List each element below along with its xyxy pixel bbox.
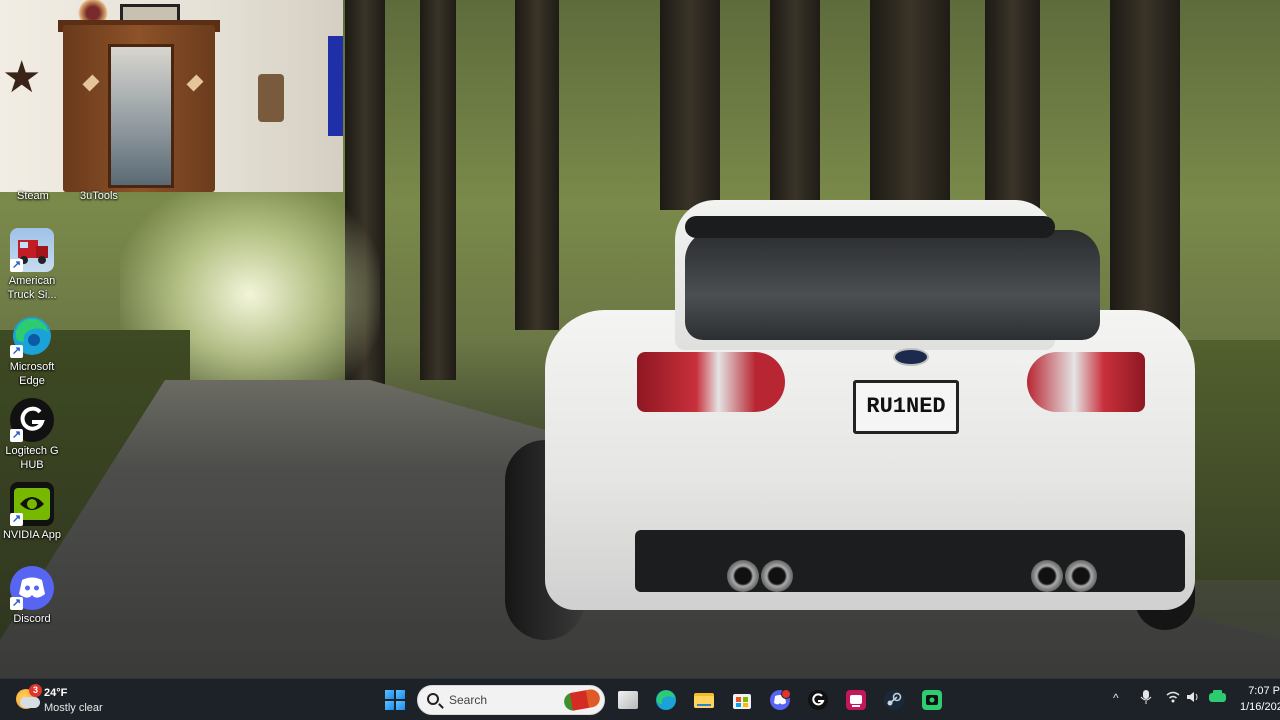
desktop-icon-steam-label[interactable]: Steam — [17, 190, 49, 202]
edge-icon: ↗ — [10, 314, 54, 358]
desktop-icon-label: Discord — [13, 613, 51, 625]
taskbar-nvidia-button[interactable] — [916, 684, 948, 716]
shortcut-arrow-icon: ↗ — [10, 345, 23, 358]
taskbar-search-box[interactable]: Search — [417, 685, 605, 715]
desktop-icon-logitech-g-hub[interactable]: ↗ Logitech G HUB — [0, 398, 64, 472]
notification-dot — [781, 689, 791, 699]
discord-icon — [769, 689, 791, 711]
desktop-icon-discord[interactable]: ↗ Discord — [0, 566, 64, 626]
wallpaper-car: RU1NED — [505, 200, 1195, 640]
wifi-icon[interactable] — [1166, 690, 1180, 707]
nvidia-icon: ↗ — [10, 482, 54, 526]
search-placeholder: Search — [449, 693, 488, 707]
microphone-icon[interactable] — [1140, 689, 1152, 708]
taskbar-store-button[interactable] — [726, 684, 758, 716]
desktop-icon-label: Microsoft Edge — [9, 361, 55, 387]
volume-icon[interactable] — [1186, 690, 1200, 707]
windows-logo-icon — [385, 690, 405, 710]
search-highlight-pepper-icon — [562, 688, 602, 712]
task-view-icon — [618, 691, 638, 709]
weather-notification-badge: 3 — [29, 684, 42, 697]
nvidia-icon — [922, 690, 942, 710]
taskbar-discord-button[interactable] — [764, 684, 796, 716]
desktop-icon-3utools-label[interactable]: 3uTools — [80, 190, 118, 202]
steam-icon — [884, 690, 904, 710]
desktop-icon-american-truck-simulator[interactable]: ↗ American Truck Si... — [0, 228, 64, 302]
file-explorer-icon — [694, 693, 714, 708]
logitech-g-icon: ↗ — [10, 398, 54, 442]
taskbar-file-explorer-button[interactable] — [688, 684, 720, 716]
start-button[interactable] — [379, 684, 411, 716]
desktop-icon-label: Logitech G HUB — [5, 445, 59, 471]
taskbar-logitech-g-button[interactable] — [802, 684, 834, 716]
task-view-button[interactable] — [612, 684, 644, 716]
taskbar-edge-button[interactable] — [650, 684, 682, 716]
truck-icon: ↗ — [10, 228, 54, 272]
taskbar-game-app-button[interactable] — [840, 684, 872, 716]
desktop-icon-label: NVIDIA App — [2, 529, 62, 541]
logitech-g-icon — [808, 690, 828, 710]
star-decoration-icon: ★ — [2, 53, 42, 102]
clock-time: 7:07 P — [1248, 685, 1280, 697]
taskbar: 3 24°F Mostly clear Search ^ 7:07 P 1/16… — [0, 678, 1280, 720]
webcam-overlay: ★ — [0, 0, 343, 192]
shortcut-arrow-icon: ↗ — [10, 259, 23, 272]
clock-date: 1/16/202 — [1240, 701, 1280, 713]
desktop-icon-nvidia-app[interactable]: ↗ NVIDIA App — [0, 482, 64, 542]
taskbar-clock[interactable]: 7:07 P 1/16/202 — [1240, 683, 1280, 715]
weather-temperature: 24°F — [44, 687, 68, 699]
tray-overflow-button[interactable]: ^ — [1113, 691, 1119, 705]
taskbar-steam-button[interactable] — [878, 684, 910, 716]
desktop-icon-microsoft-edge[interactable]: ↗ Microsoft Edge — [0, 314, 64, 388]
shortcut-arrow-icon: ↗ — [10, 513, 23, 526]
license-plate: RU1NED — [853, 380, 959, 434]
weather-widget[interactable]: 3 24°F Mostly clear — [14, 683, 134, 717]
edge-icon — [656, 690, 676, 710]
shortcut-arrow-icon: ↗ — [10, 429, 23, 442]
battery-controller-icon[interactable] — [1208, 689, 1228, 708]
discord-icon: ↗ — [10, 566, 54, 610]
desktop-icon-label: American Truck Si... — [7, 275, 57, 301]
shortcut-arrow-icon: ↗ — [10, 597, 23, 610]
game-app-icon — [846, 690, 866, 710]
search-icon — [427, 693, 439, 705]
store-icon — [733, 694, 751, 709]
weather-condition: Mostly clear — [44, 702, 103, 714]
